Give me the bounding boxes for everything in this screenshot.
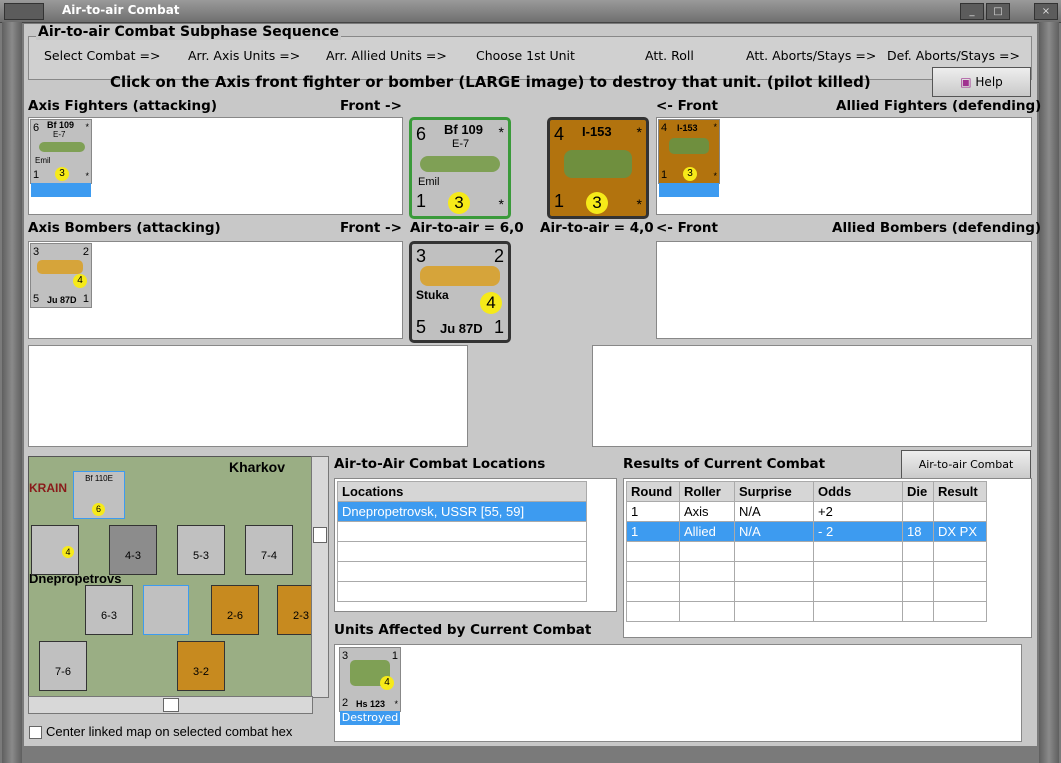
map-counter-stuka[interactable]: 4 xyxy=(31,525,79,575)
allied-bombers-box[interactable] xyxy=(656,241,1032,339)
axis-air-to-air-label: Air-to-air = 6,0 xyxy=(410,220,524,236)
plane-icon xyxy=(669,138,709,154)
plane-icon xyxy=(39,142,85,152)
location-row-empty xyxy=(337,581,587,602)
table-row-selected[interactable]: 1 Allied N/A - 2 18 DX PX xyxy=(626,521,987,542)
i153-plane-icon xyxy=(564,150,632,178)
allied-air-to-air-label: Air-to-air = 4,0 xyxy=(540,220,654,236)
center-map-checkbox[interactable] xyxy=(29,726,42,739)
seq-step-att-roll: Att. Roll xyxy=(645,48,694,63)
seq-step-def-aborts: Def. Aborts/Stays => xyxy=(887,48,1020,63)
axis-bomber-counter-large[interactable]: 3 2 Stuka 4 5 Ju 87D 1 xyxy=(409,241,511,343)
location-row-empty xyxy=(337,541,587,562)
close-button[interactable]: × xyxy=(1034,3,1058,20)
map-counter-8[interactable]: 3-2 xyxy=(177,641,225,691)
allied-fighter-counter-small[interactable]: 4 I-153 * 1 3 * xyxy=(658,119,720,197)
axis-bomber-front-label: Front -> xyxy=(340,220,402,236)
map-counter-bf109[interactable] xyxy=(143,585,189,635)
locations-list[interactable]: Locations Dnepropetrovsk, USSR [55, 59] xyxy=(334,478,617,612)
map-counter-7[interactable]: 7-6 xyxy=(39,641,87,691)
axis-bomber-counter-small[interactable]: 3 2 4 5 Ju 87D 1 xyxy=(30,243,92,308)
locations-title: Air-to-Air Combat Locations xyxy=(334,456,546,472)
left-frame xyxy=(2,22,22,763)
client-area: Air-to-air Combat Subphase Sequence Sele… xyxy=(24,24,1041,746)
location-row[interactable]: Dnepropetrovsk, USSR [55, 59] xyxy=(337,501,587,522)
axis-fighters-label: Axis Fighters (attacking) xyxy=(28,98,217,114)
vertical-scroll-thumb[interactable] xyxy=(313,527,327,543)
seq-step-arr-allied: Arr. Allied Units => xyxy=(326,48,447,63)
allied-fighter-counter-large[interactable]: 4 I-153 * 1 3 * xyxy=(547,117,649,219)
book-icon: ▣ xyxy=(960,75,972,89)
map-label-kharkov: Kharkov xyxy=(229,459,286,475)
allied-bomber-front-label: <- Front xyxy=(656,220,718,236)
maximize-button[interactable]: □ xyxy=(986,3,1010,20)
system-menu-button[interactable] xyxy=(4,3,44,20)
allied-bombers-label: Allied Bombers (defending) xyxy=(832,220,1042,236)
selection-strip xyxy=(659,183,719,197)
seq-step-choose-first: Choose 1st Unit xyxy=(476,48,575,63)
center-map-label: Center linked map on selected combat hex xyxy=(46,724,293,739)
map-counter-3[interactable]: 7-4 xyxy=(245,525,293,575)
seq-step-arr-axis: Arr. Axis Units => xyxy=(188,48,301,63)
locations-header: Locations xyxy=(337,481,587,502)
window: Air-to-air Combat _ □ × Air-to-air Comba… xyxy=(0,0,1061,763)
affected-unit-counter[interactable]: 3 1 4 2 Hs 123 * Destroyed xyxy=(339,647,401,725)
allied-front-label: <- Front xyxy=(656,98,718,114)
map-counter-4[interactable]: 6-3 xyxy=(85,585,133,635)
destroyed-status: Destroyed xyxy=(340,711,400,725)
axis-fighter-counter-small[interactable]: 6 Bf 109 E-7 * Emil 1 3 * xyxy=(30,119,92,197)
seq-step-select-combat: Select Combat => xyxy=(44,48,161,63)
axis-bombers-label: Axis Bombers (attacking) xyxy=(28,220,221,236)
help-button[interactable]: ▣ Help xyxy=(932,67,1031,97)
allied-fighters-label: Allied Fighters (defending) xyxy=(836,98,1042,114)
map-counter-1[interactable]: 4-3 xyxy=(109,525,157,575)
right-frame xyxy=(1039,22,1059,763)
map-counter-6[interactable]: 2-3 xyxy=(277,585,312,635)
window-title: Air-to-air Combat xyxy=(62,3,180,17)
map-counter-2[interactable]: 5-3 xyxy=(177,525,225,575)
map-label-krain: KRAIN xyxy=(29,481,67,495)
col-roller: Roller xyxy=(679,481,735,502)
col-round: Round xyxy=(626,481,680,502)
plane-icon xyxy=(37,260,83,274)
results-title: Results of Current Combat xyxy=(623,456,826,472)
map-vertical-scrollbar[interactable] xyxy=(311,456,329,698)
instruction-text: Click on the Axis front fighter or bombe… xyxy=(110,73,871,91)
axis-fighter-counter-large[interactable]: 6 Bf 109 E-7 * Emil 1 3 * xyxy=(409,117,511,219)
table-row[interactable]: 1 Axis N/A +2 xyxy=(626,501,987,522)
results-table-box: Round Roller Surprise Odds Die Result 1 … xyxy=(623,478,1032,638)
title-bar: Air-to-air Combat _ □ × xyxy=(0,0,1061,23)
col-die: Die xyxy=(902,481,934,502)
seq-step-att-aborts: Att. Aborts/Stays => xyxy=(746,48,877,63)
col-odds: Odds xyxy=(813,481,903,502)
location-row-empty xyxy=(337,521,587,542)
minimize-button[interactable]: _ xyxy=(960,3,984,20)
units-affected-title: Units Affected by Current Combat xyxy=(334,622,592,638)
bf109-plane-icon xyxy=(420,156,500,172)
linked-map[interactable]: Kharkov KRAIN Dnepropetrovs Bf 110E 6 4 … xyxy=(28,456,313,698)
allied-info-box xyxy=(592,345,1032,447)
horizontal-scroll-thumb[interactable] xyxy=(163,698,179,712)
axis-info-box xyxy=(28,345,468,447)
location-row-empty xyxy=(337,561,587,582)
units-affected-box xyxy=(334,644,1022,742)
map-counter-5[interactable]: 2-6 xyxy=(211,585,259,635)
col-result: Result xyxy=(933,481,987,502)
axis-front-label: Front -> xyxy=(340,98,402,114)
map-horizontal-scrollbar[interactable] xyxy=(28,696,313,714)
sequence-title: Air-to-air Combat Subphase Sequence xyxy=(36,24,342,40)
stuka-plane-icon xyxy=(420,266,500,286)
map-counter-bf110[interactable]: Bf 110E 6 xyxy=(73,471,125,519)
col-surprise: Surprise xyxy=(734,481,814,502)
help-label: Help xyxy=(975,75,1003,89)
air-to-air-chart-button[interactable]: Air-to-air Combat Chart xyxy=(901,450,1031,499)
selection-strip xyxy=(31,183,91,197)
